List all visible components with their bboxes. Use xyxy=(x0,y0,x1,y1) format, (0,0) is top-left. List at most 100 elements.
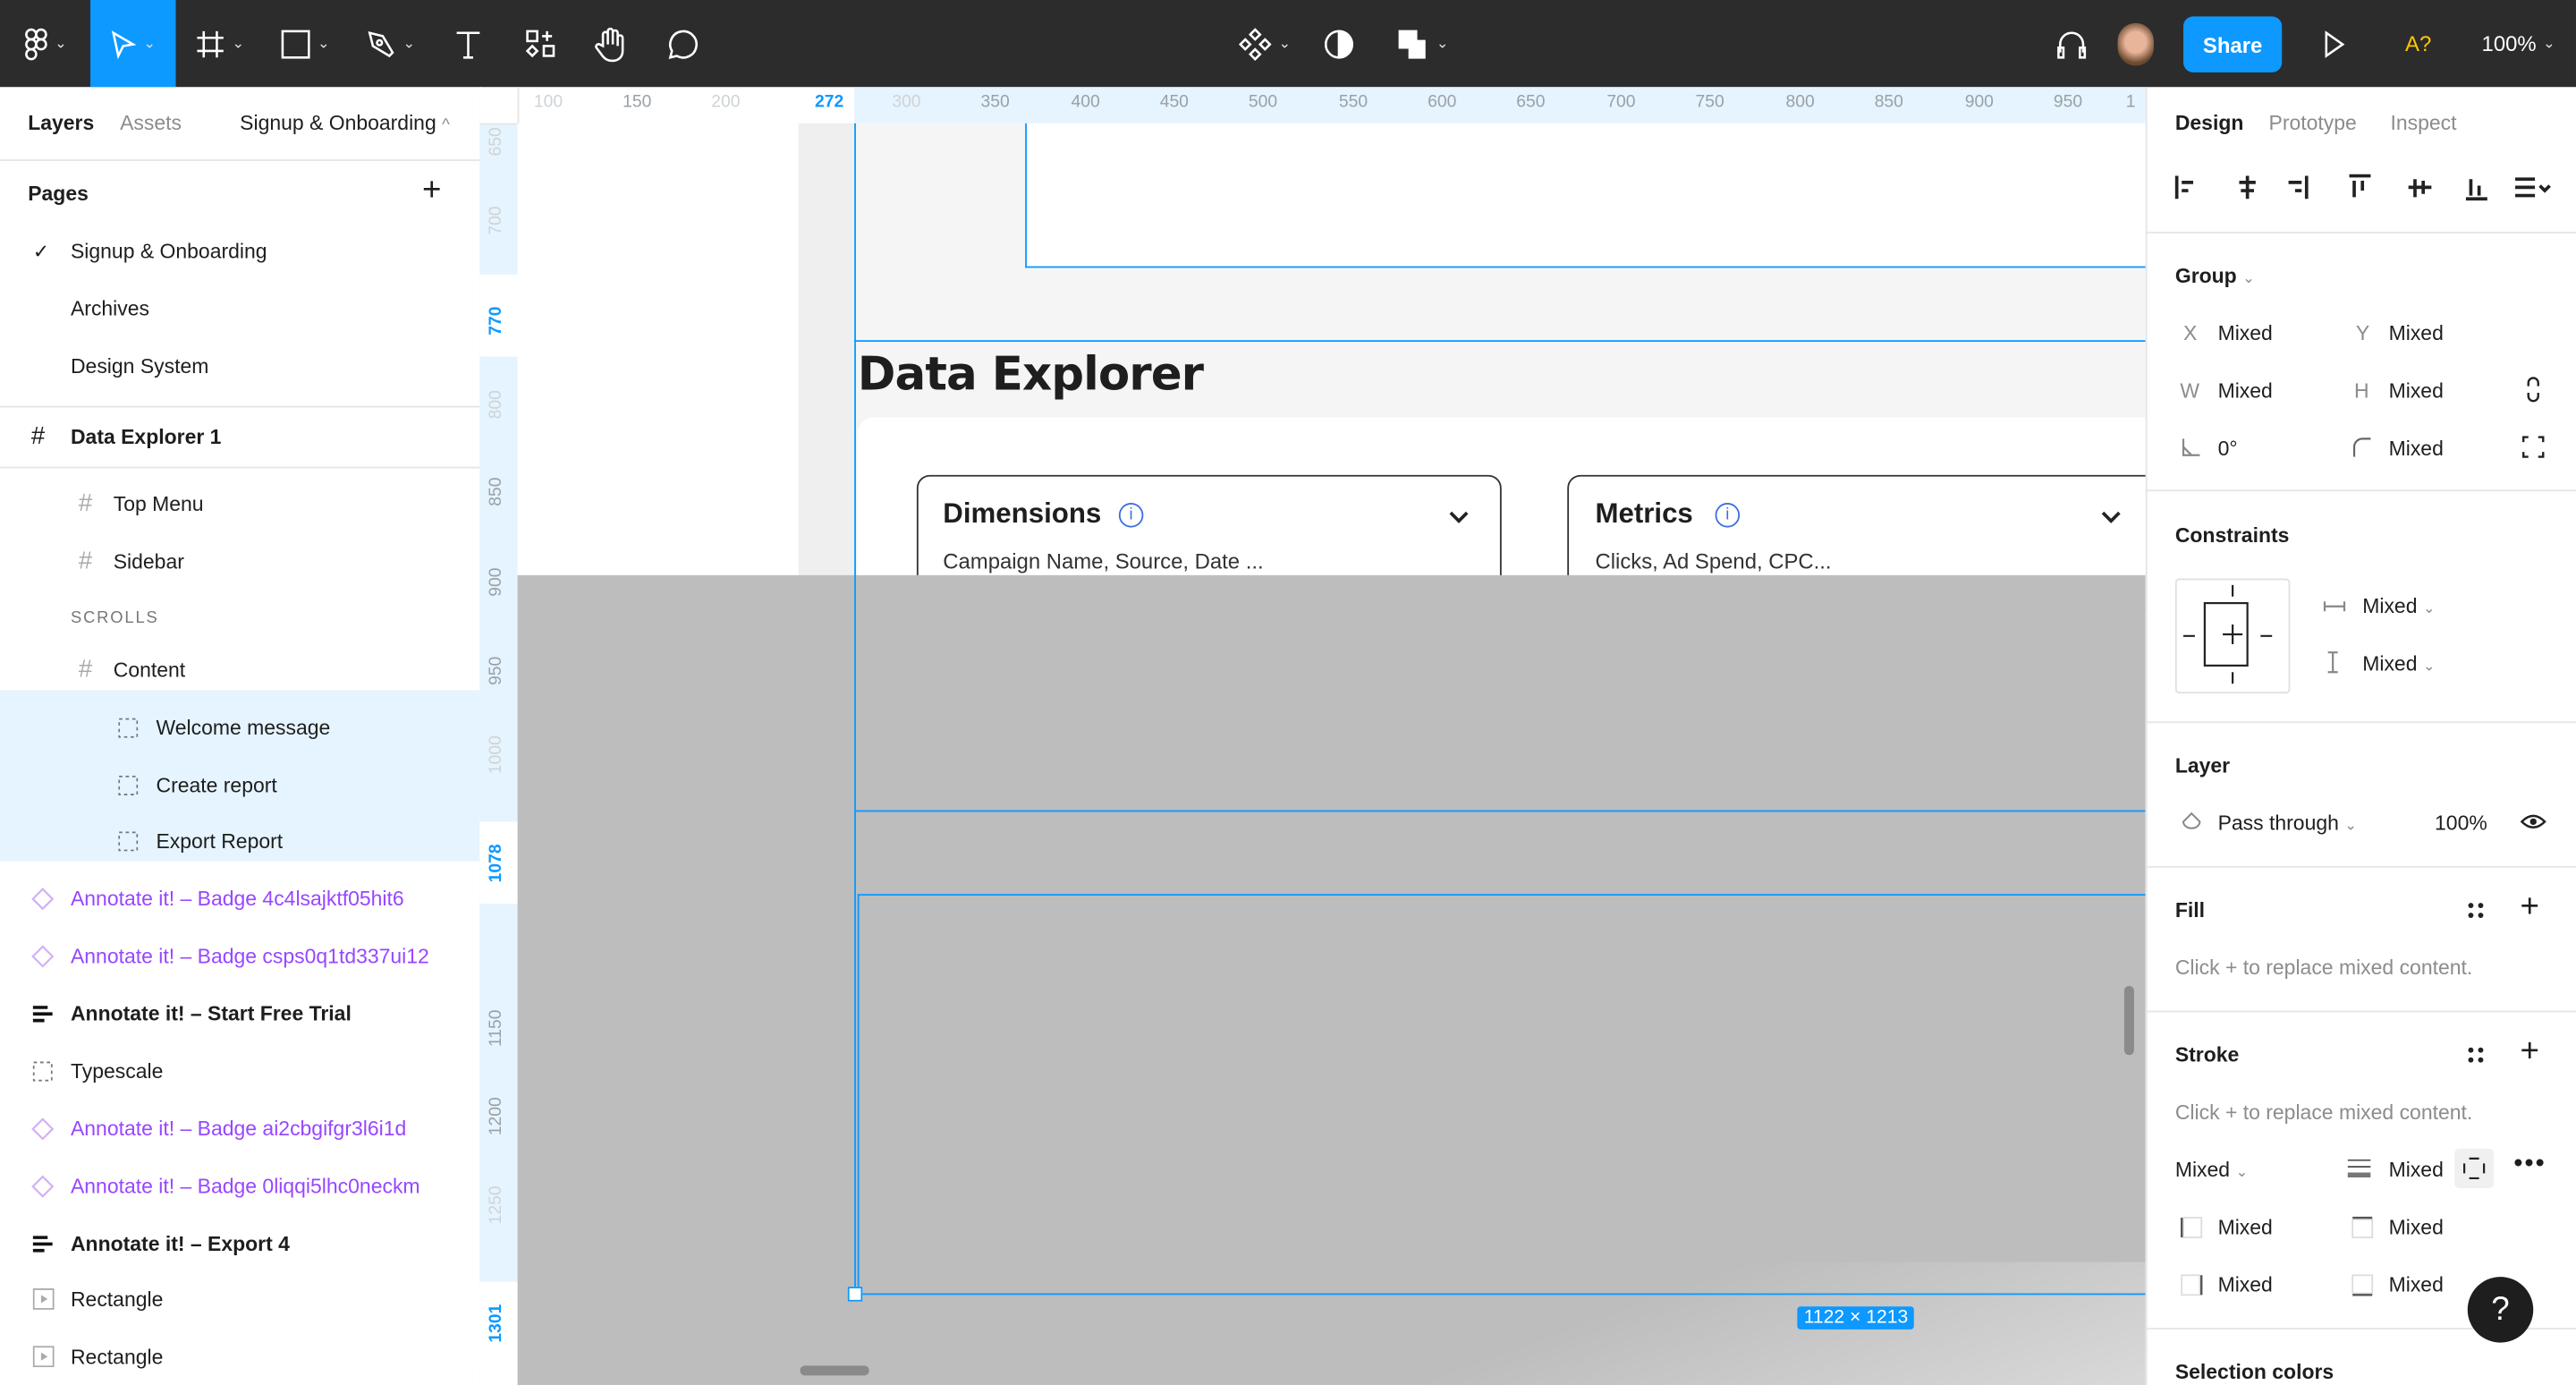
ruler-label: 1250 xyxy=(486,1185,506,1225)
chevron-down-icon[interactable] xyxy=(1447,509,1470,525)
stroke-left-field[interactable]: Mixed xyxy=(2218,1216,2273,1239)
styles-icon[interactable] xyxy=(2466,901,2486,921)
avatar[interactable] xyxy=(2117,22,2154,66)
layer-item[interactable]: Typescale xyxy=(0,1041,479,1099)
hand-tool-button[interactable] xyxy=(589,0,632,87)
resources-button[interactable] xyxy=(519,0,562,87)
page-item[interactable]: Design System xyxy=(0,337,479,395)
help-button[interactable]: ? xyxy=(2467,1277,2534,1343)
rotation-field[interactable]: 0° xyxy=(2218,438,2238,461)
layer-item[interactable]: Welcome message xyxy=(0,699,479,756)
page-item[interactable]: ✓ Signup & Onboarding xyxy=(0,222,479,279)
canvas[interactable]: Data Explorer Dimensions i Campaign Name… xyxy=(517,123,2146,1385)
layer-item[interactable]: Annotate it! – Badge csps0q1td337ui12 xyxy=(0,927,479,984)
stroke-right-field[interactable]: Mixed xyxy=(2218,1273,2273,1296)
vertical-ruler[interactable]: 650 700 770 800 850 900 950 1000 1078 1150 1200 125… xyxy=(479,123,520,1385)
stroke-title: Stroke xyxy=(2174,1043,2240,1067)
layer-frame-data-explorer[interactable]: # Data Explorer 1 xyxy=(0,408,479,465)
stroke-hint: Click + to replace mixed content. xyxy=(2174,1100,2473,1125)
text-tool-button[interactable] xyxy=(447,0,490,87)
add-stroke-icon[interactable]: + xyxy=(2521,1033,2539,1071)
width-field[interactable]: Mixed xyxy=(2218,379,2273,403)
stroke-style-select[interactable]: Mixed ⌄ xyxy=(2175,1159,2249,1182)
ruler-label: 200 xyxy=(711,91,741,112)
move-tool-button[interactable]: ⌄ xyxy=(90,0,176,88)
ruler-label: 700 xyxy=(486,206,506,235)
main-menu-button[interactable]: ⌄ xyxy=(13,0,79,87)
horizontal-constraint-select[interactable]: Mixed ⌄ xyxy=(2362,595,2436,618)
missing-fonts-button[interactable]: A? xyxy=(2395,0,2441,87)
layer-item[interactable]: Annotate it! – Badge 4c4lsajktf05hit6 xyxy=(0,870,479,927)
page-selector-label: Signup & Onboarding xyxy=(240,111,436,135)
layer-item[interactable]: Rectangle xyxy=(0,1328,479,1385)
info-icon[interactable]: i xyxy=(1715,503,1741,528)
group-title[interactable]: Group ⌄ xyxy=(2175,265,2255,288)
corner-radius-icon xyxy=(2352,438,2371,457)
ruler-label: 272 xyxy=(815,91,844,112)
blend-mode-select[interactable]: Pass through ⌄ xyxy=(2218,811,2358,835)
layer-item[interactable]: # Content xyxy=(0,641,479,698)
zoom-menu[interactable]: 100% ⌄ xyxy=(2472,0,2564,87)
layer-item[interactable]: # Top Menu xyxy=(0,475,479,532)
tab-prototype[interactable]: Prototype xyxy=(2269,112,2357,135)
mask-button[interactable] xyxy=(1318,0,1360,87)
independent-corners-icon[interactable] xyxy=(2521,436,2545,459)
resize-handle[interactable] xyxy=(847,1287,863,1302)
tab-design[interactable]: Design xyxy=(2175,112,2244,135)
constraints-widget[interactable] xyxy=(2174,578,2291,694)
comment-tool-button[interactable] xyxy=(660,0,703,87)
y-field[interactable]: Mixed xyxy=(2389,322,2444,345)
add-page-icon[interactable]: + xyxy=(422,173,441,210)
more-options-icon[interactable]: ••• xyxy=(2513,1151,2546,1180)
layer-item[interactable]: Annotate it! – Badge ai2cbgifgr3l6i1d xyxy=(0,1100,479,1157)
eye-icon[interactable] xyxy=(2520,813,2546,829)
figma-logo-icon xyxy=(25,27,48,60)
opacity-field[interactable]: 100% xyxy=(2435,811,2487,835)
page-selector[interactable]: Signup & Onboarding ^ xyxy=(240,112,450,135)
page-item[interactable]: Archives xyxy=(0,279,479,336)
corner-radius-field[interactable]: Mixed xyxy=(2389,438,2444,461)
x-field[interactable]: Mixed xyxy=(2218,322,2273,345)
layer-item[interactable]: Rectangle xyxy=(0,1270,479,1328)
pen-tool-button[interactable]: ⌄ xyxy=(355,0,428,87)
vertical-scrollbar[interactable] xyxy=(2123,986,2134,1056)
tab-inspect[interactable]: Inspect xyxy=(2390,112,2456,135)
layer-item[interactable]: SCROLLS xyxy=(0,590,479,647)
ruler-label: 1150 xyxy=(486,1009,506,1047)
layer-item[interactable]: Annotate it! – Badge 0liqqi5lhc0neckm xyxy=(0,1157,479,1214)
share-button[interactable]: Share xyxy=(2183,16,2283,72)
alignment-toolbar[interactable] xyxy=(2174,173,2560,202)
present-button[interactable] xyxy=(2313,0,2356,87)
vertical-constraint-select[interactable]: Mixed ⌄ xyxy=(2362,652,2436,676)
layer-label: Welcome message xyxy=(156,715,331,739)
layer-item[interactable]: Export Report xyxy=(0,811,479,869)
add-fill-icon[interactable]: + xyxy=(2521,889,2539,927)
layer-item[interactable]: Create report xyxy=(0,756,479,813)
horizontal-scrollbar[interactable] xyxy=(800,1365,869,1376)
dimensions-title: Dimensions xyxy=(943,497,1102,530)
text-lines-icon xyxy=(31,1232,55,1255)
styles-icon[interactable] xyxy=(2466,1045,2486,1065)
stroke-bottom-field[interactable]: Mixed xyxy=(2389,1273,2444,1296)
tab-assets[interactable]: Assets xyxy=(120,112,182,135)
horizontal-ruler[interactable]: 100 150 200 272 300 350 400 450 500 550 600 650 700 7… xyxy=(517,87,2146,125)
height-field[interactable]: Mixed xyxy=(2389,379,2444,403)
frame-tool-button[interactable]: ⌄ xyxy=(184,0,257,87)
individual-strokes-button[interactable] xyxy=(2454,1148,2495,1188)
layer-item[interactable]: Annotate it! – Export 4 xyxy=(0,1214,479,1271)
layer-label: Rectangle xyxy=(70,1345,164,1369)
boolean-button[interactable]: ⌄ xyxy=(1390,0,1455,87)
layer-item[interactable]: # Sidebar xyxy=(0,532,479,590)
shape-tool-button[interactable]: ⌄ xyxy=(269,0,342,87)
layer-item[interactable]: Annotate it! – Start Free Trial xyxy=(0,984,479,1041)
ruler-label: 550 xyxy=(1338,91,1368,112)
stroke-top-field[interactable]: Mixed xyxy=(2389,1216,2444,1239)
stroke-weight-field[interactable]: Mixed xyxy=(2389,1159,2444,1182)
constrain-proportions-icon[interactable] xyxy=(2525,377,2541,403)
components-button[interactable]: ⌄ xyxy=(1233,0,1298,87)
selected-rectangle[interactable] xyxy=(857,894,2146,1296)
audio-button[interactable] xyxy=(2050,0,2093,87)
chevron-down-icon[interactable] xyxy=(2099,509,2123,525)
tab-layers[interactable]: Layers xyxy=(28,112,94,135)
info-icon[interactable]: i xyxy=(1118,503,1144,528)
